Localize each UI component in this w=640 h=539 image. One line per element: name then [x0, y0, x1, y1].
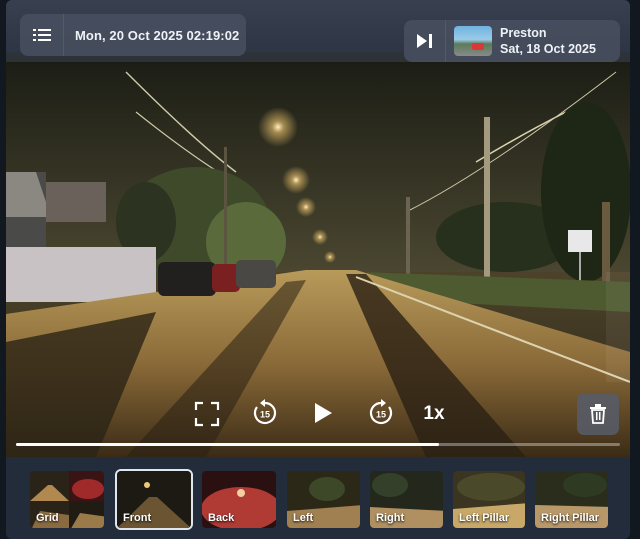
next-clip-location: Preston — [500, 26, 547, 40]
fullscreen-button[interactable] — [192, 399, 222, 429]
camera-right[interactable]: Right — [368, 469, 445, 530]
camera-label: Right Pillar — [541, 512, 600, 524]
forward-seconds-label: 15 — [376, 410, 386, 420]
list-menu-icon — [32, 29, 51, 41]
playback-speed-button[interactable]: 1x — [416, 399, 452, 429]
current-datetime: Mon, 20 Oct 2025 02:19:02 — [75, 27, 240, 43]
top-bar: Mon, 20 Oct 2025 02:19:02 Preston Sat, 1… — [6, 0, 630, 62]
fullscreen-icon — [194, 401, 220, 427]
camera-selector: Grid Front Back Left Right Left Pillar R… — [6, 457, 630, 539]
skip-forward-button[interactable] — [404, 20, 446, 62]
camera-label: Left — [293, 512, 314, 524]
menu-button[interactable] — [20, 14, 64, 56]
progress-fill — [16, 443, 439, 446]
rewind-seconds-label: 15 — [260, 410, 270, 420]
forward-15-icon: 15 — [369, 399, 393, 425]
camera-label: Left Pillar — [459, 512, 510, 524]
rewind-15-icon: 15 — [253, 399, 277, 425]
delete-button[interactable] — [577, 393, 619, 435]
camera-grid[interactable]: Grid — [28, 469, 106, 530]
forward-15-button[interactable]: 15 — [366, 398, 396, 428]
next-clip-info: Preston Sat, 18 Oct 2025 — [500, 25, 596, 57]
dashcam-viewer: Mon, 20 Oct 2025 02:19:02 Preston Sat, 1… — [6, 0, 630, 539]
camera-label: Right — [376, 512, 405, 524]
camera-label: Front — [123, 512, 152, 524]
camera-label: Grid — [36, 512, 59, 524]
camera-right-pillar[interactable]: Right Pillar — [533, 469, 610, 530]
next-clip-thumbnail[interactable] — [454, 26, 492, 56]
camera-label: Back — [208, 512, 235, 524]
progress-bar[interactable] — [16, 443, 620, 446]
rewind-15-button[interactable]: 15 — [250, 398, 280, 428]
next-clip-date: Sat, 18 Oct 2025 — [500, 42, 596, 56]
camera-front[interactable]: Front — [115, 469, 193, 530]
camera-left[interactable]: Left — [285, 469, 362, 530]
play-icon — [315, 403, 332, 423]
trash-icon — [590, 404, 606, 424]
camera-back[interactable]: Back — [200, 469, 278, 530]
next-clip-pill[interactable]: Preston Sat, 18 Oct 2025 — [404, 20, 620, 62]
date-pill: Mon, 20 Oct 2025 02:19:02 — [20, 14, 246, 56]
camera-left-pillar[interactable]: Left Pillar — [451, 469, 527, 530]
play-button[interactable] — [308, 397, 338, 429]
skip-forward-icon — [416, 34, 432, 48]
